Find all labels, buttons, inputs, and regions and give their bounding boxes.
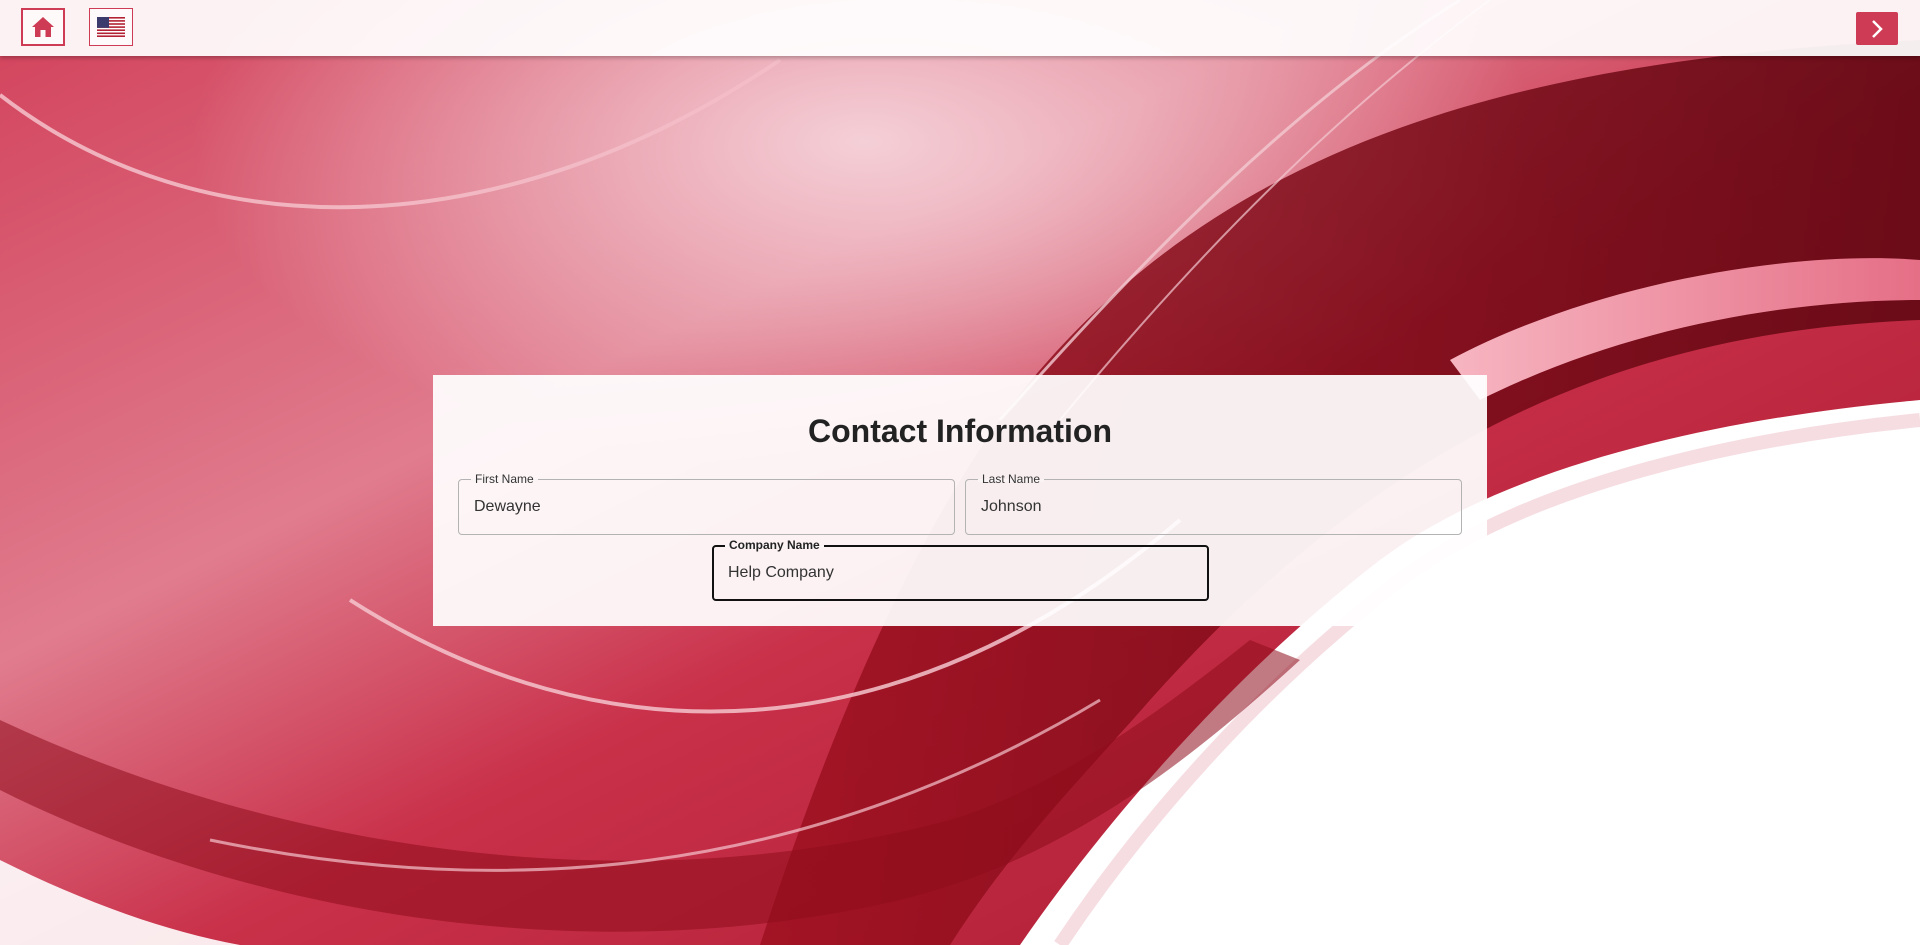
- chevron-right-icon: [1872, 19, 1883, 38]
- last-name-field: Last Name: [965, 472, 1462, 535]
- first-name-input[interactable]: [474, 480, 939, 534]
- next-button[interactable]: [1856, 12, 1898, 45]
- company-name-field: Company Name: [712, 538, 1209, 601]
- last-name-input[interactable]: [981, 480, 1446, 534]
- company-name-input[interactable]: [728, 547, 1191, 599]
- page-title: Contact Information: [808, 413, 1112, 449]
- language-button[interactable]: [89, 8, 133, 46]
- first-name-field: First Name: [458, 472, 955, 535]
- home-icon: [32, 17, 54, 37]
- us-flag-icon: [97, 17, 125, 37]
- top-toolbar: [0, 0, 1920, 56]
- home-button[interactable]: [21, 8, 65, 46]
- contact-information-card: Contact Information First Name Last Name…: [433, 375, 1487, 626]
